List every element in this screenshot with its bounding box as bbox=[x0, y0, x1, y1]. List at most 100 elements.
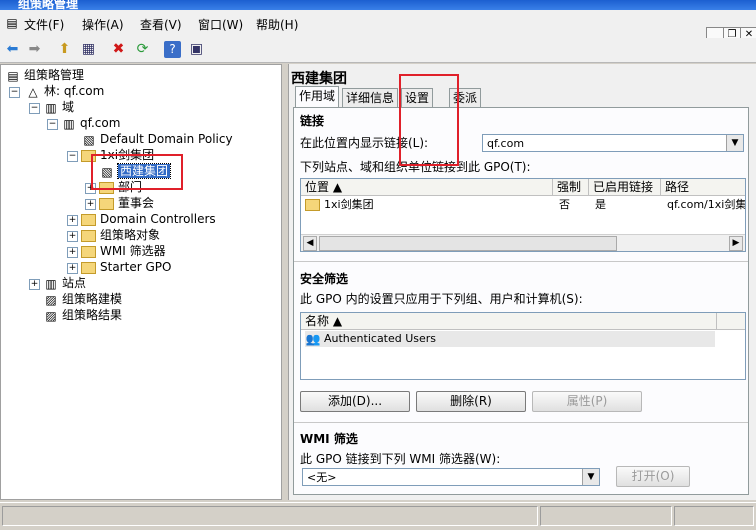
tree-sites[interactable]: ▥ 站点 bbox=[43, 275, 86, 291]
tree-gpo-objects[interactable]: 组策略对象 bbox=[81, 227, 160, 243]
tree-forest[interactable]: △ 林: qf.com bbox=[25, 83, 104, 99]
tree-domain[interactable]: ▥ qf.com bbox=[61, 115, 120, 131]
tab-scope[interactable]: 作用域 bbox=[295, 86, 340, 108]
links-list[interactable]: 位置 ▲ 强制 已启用链接 路径 1xi剑集团 否 是 qf.com/1xi剑集… bbox=[300, 178, 746, 252]
sites-icon: ▥ bbox=[45, 276, 57, 291]
gpo-link-icon: ▧ bbox=[101, 164, 113, 179]
menu-action[interactable]: 操作(A) bbox=[82, 16, 124, 33]
chevron-down-icon[interactable]: ▼ bbox=[582, 469, 599, 485]
tree-domain-controllers[interactable]: Domain Controllers bbox=[81, 211, 216, 227]
tree-starter-gpo[interactable]: Starter GPO bbox=[81, 259, 171, 275]
links-hscrollbar[interactable]: ◀ ▶ bbox=[301, 234, 745, 251]
cell-enabled: 是 bbox=[595, 198, 606, 211]
tree-domains[interactable]: ▥ 域 bbox=[43, 99, 74, 115]
security-list-header: 名称 ▲ bbox=[301, 313, 745, 330]
security-desc: 此 GPO 内的设置只应用于下列组、用户和计算机(S): bbox=[300, 292, 583, 306]
expander-ou[interactable]: − bbox=[67, 151, 78, 162]
col-location[interactable]: 位置 ▲ bbox=[301, 179, 553, 195]
toolbar: ⬅ ➡ ⬆ ▦ ✖ ⟳ ? ▣ bbox=[0, 38, 756, 63]
status-cell bbox=[2, 506, 538, 526]
app-icon: ▤ bbox=[6, 16, 18, 30]
divider bbox=[294, 422, 748, 423]
gpm-icon: ▤ bbox=[7, 68, 19, 83]
domains-icon: ▥ bbox=[45, 100, 57, 115]
ou-folder-icon bbox=[99, 181, 114, 194]
tab-settings[interactable]: 设置 bbox=[401, 88, 434, 107]
menu-bar: ▤ 文件(F) 操作(A) 查看(V) 窗口(W) 帮助(H) _ ❐ ✕ bbox=[0, 10, 756, 43]
col-enforced[interactable]: 强制 bbox=[553, 179, 589, 195]
expander-starter[interactable]: + bbox=[67, 263, 78, 274]
status-cell bbox=[540, 506, 672, 526]
tree-ou[interactable]: 1xi剑集团 bbox=[81, 147, 154, 163]
tree-root[interactable]: ▤ 组策略管理 bbox=[5, 67, 84, 83]
menu-help[interactable]: 帮助(H) bbox=[256, 16, 298, 33]
back-icon[interactable]: ⬅ bbox=[4, 41, 21, 58]
links-location-select[interactable]: qf.com ▼ bbox=[482, 134, 744, 152]
scroll-thumb[interactable] bbox=[319, 236, 617, 251]
security-section-title: 安全筛选 bbox=[300, 272, 349, 286]
tree-ou-child-board[interactable]: 董事会 bbox=[99, 195, 154, 211]
tree-ou-gpo[interactable]: ▧ 西建集团 bbox=[99, 163, 172, 179]
list-item[interactable]: 👥 Authenticated Users bbox=[305, 331, 715, 347]
cell-enforced: 否 bbox=[559, 198, 570, 211]
refresh-icon[interactable]: ⟳ bbox=[134, 41, 151, 58]
folder-icon bbox=[81, 261, 96, 274]
tree-ou-child-dept[interactable]: 部门 bbox=[99, 179, 142, 195]
expander-dc[interactable]: + bbox=[67, 215, 78, 226]
help-icon[interactable]: ? bbox=[164, 41, 181, 58]
expander-domain[interactable]: − bbox=[47, 119, 58, 130]
domain-icon: ▥ bbox=[63, 116, 75, 131]
results-icon: ▨ bbox=[45, 308, 57, 323]
expander-sites[interactable]: + bbox=[29, 279, 40, 290]
menu-window[interactable]: 窗口(W) bbox=[198, 16, 243, 33]
table-row[interactable]: 1xi剑集团 bbox=[305, 197, 374, 213]
cell-path: qf.com/1xi剑集 bbox=[667, 198, 746, 211]
tree-default-policy[interactable]: ▧ Default Domain Policy bbox=[81, 131, 232, 147]
gpo-title: 西建集团 bbox=[291, 71, 347, 87]
menu-file[interactable]: 文件(F) bbox=[24, 16, 64, 33]
expander-gpo-objects[interactable]: + bbox=[67, 231, 78, 242]
users-group-icon: 👥 bbox=[305, 332, 321, 346]
expander-domains[interactable]: − bbox=[29, 103, 40, 114]
links-location-label: 在此位置内显示链接(L): bbox=[300, 136, 429, 150]
details-pane: 西建集团 作用域 详细信息 设置 委派 链接 在此位置内显示链接(L): qf.… bbox=[288, 64, 756, 500]
scroll-left-icon[interactable]: ◀ bbox=[303, 236, 317, 251]
col-path[interactable]: 路径 bbox=[661, 179, 745, 195]
tree-results[interactable]: ▨ 组策略结果 bbox=[43, 307, 122, 323]
forward-icon[interactable]: ➡ bbox=[26, 41, 43, 58]
tree-modeling[interactable]: ▨ 组策略建模 bbox=[43, 291, 122, 307]
add-button[interactable]: 添加(D)... bbox=[300, 391, 410, 412]
properties-button[interactable]: 属性(P) bbox=[532, 391, 642, 412]
expander-dept[interactable]: + bbox=[85, 183, 96, 194]
filter-folder-icon bbox=[81, 245, 96, 258]
ou-folder-icon bbox=[99, 197, 114, 210]
expander-forest[interactable]: − bbox=[9, 87, 20, 98]
divider bbox=[294, 261, 748, 262]
tab-delegation[interactable]: 委派 bbox=[449, 88, 482, 107]
wmi-filter-select[interactable]: <无> ▼ bbox=[302, 468, 600, 486]
tab-details[interactable]: 详细信息 bbox=[342, 88, 399, 107]
window-title: 组策略管理 bbox=[18, 0, 79, 10]
scroll-right-icon[interactable]: ▶ bbox=[729, 236, 743, 251]
col-name[interactable]: 名称 ▲ bbox=[301, 313, 717, 329]
folder-icon bbox=[81, 229, 96, 242]
remove-button[interactable]: 删除(R) bbox=[416, 391, 526, 412]
ou-folder-icon bbox=[305, 199, 320, 211]
up-folder-icon[interactable]: ⬆ bbox=[56, 41, 73, 58]
wmi-desc: 此 GPO 链接到下列 WMI 筛选器(W): bbox=[300, 452, 501, 466]
expander-board[interactable]: + bbox=[85, 199, 96, 210]
console-tree: ▤ 组策略管理 − △ 林: qf.com − ▥ 域 − ▥ qf.com ▧ Defa… bbox=[0, 64, 282, 500]
title-bar: 组策略管理 bbox=[0, 0, 756, 10]
wmi-section-title: WMI 筛选 bbox=[300, 432, 358, 446]
tree-wmi-filters[interactable]: WMI 筛选器 bbox=[81, 243, 166, 259]
open-button[interactable]: 打开(O) bbox=[616, 466, 690, 487]
chevron-down-icon[interactable]: ▼ bbox=[726, 135, 743, 151]
properties-pane-icon[interactable]: ▣ bbox=[188, 41, 205, 58]
security-list[interactable]: 名称 ▲ 👥 Authenticated Users bbox=[300, 312, 746, 380]
menu-view[interactable]: 查看(V) bbox=[140, 16, 182, 33]
expander-wmi[interactable]: + bbox=[67, 247, 78, 258]
show-tree-icon[interactable]: ▦ bbox=[80, 41, 97, 58]
gpo-link-icon: ▧ bbox=[83, 132, 95, 147]
col-enabled[interactable]: 已启用链接 bbox=[589, 179, 661, 195]
delete-icon[interactable]: ✖ bbox=[110, 41, 127, 58]
